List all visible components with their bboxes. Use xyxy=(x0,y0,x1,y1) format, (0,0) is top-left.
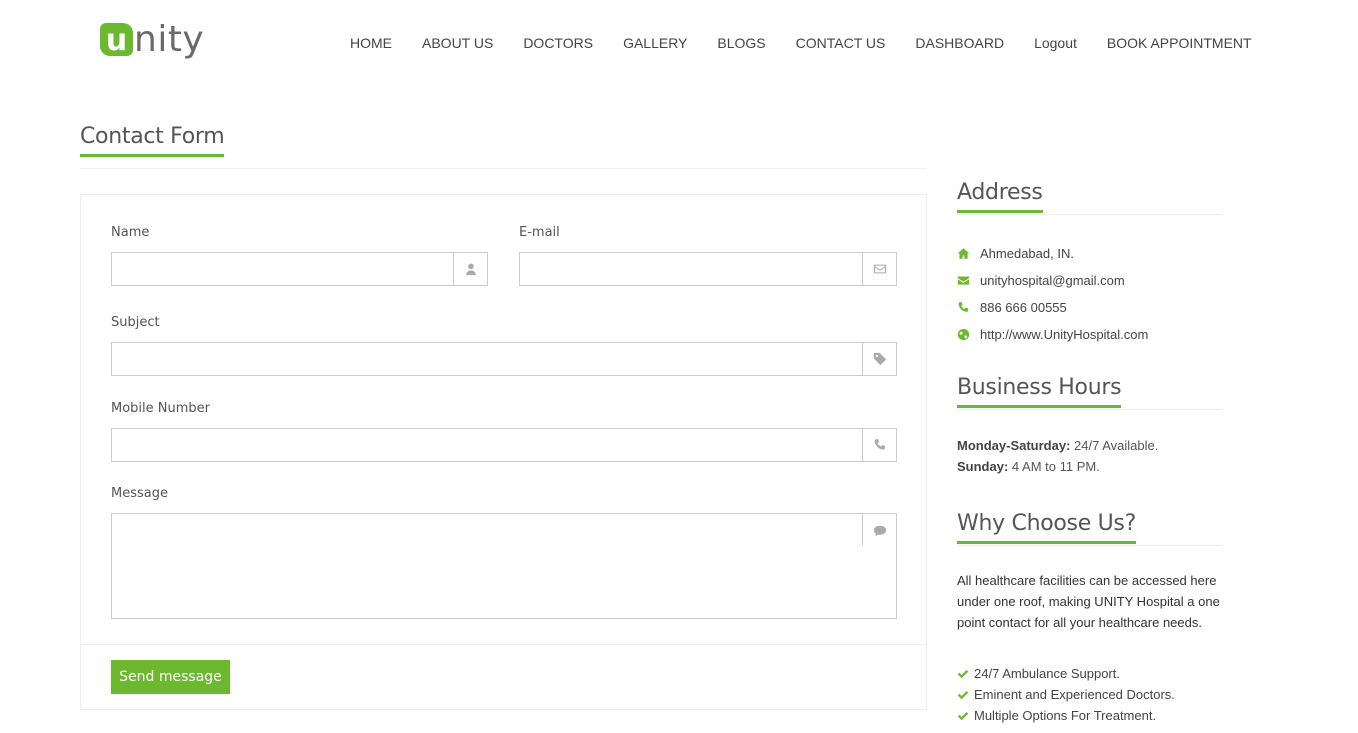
address-website-link[interactable]: http://www.UnityHospital.com xyxy=(980,327,1148,342)
hours-day: Monday-Saturday: xyxy=(957,438,1071,453)
subject-input[interactable] xyxy=(112,343,862,375)
why-choose-text: All healthcare facilities can be accesse… xyxy=(957,573,1220,630)
phone-icon xyxy=(958,301,969,312)
business-hours-title: Business Hours xyxy=(957,375,1122,408)
check-icon xyxy=(957,669,969,678)
name-field xyxy=(111,252,488,286)
form-footer-divider xyxy=(81,644,926,645)
address-location-text: Ahmedabad, IN. xyxy=(980,246,1074,261)
subject-label: Subject xyxy=(111,315,160,330)
email-label: E-mail xyxy=(519,225,560,240)
envelope-icon xyxy=(957,276,970,285)
nav-logout[interactable]: Logout xyxy=(1034,35,1077,51)
logo-letter: u xyxy=(105,22,128,58)
home-icon xyxy=(957,248,970,259)
hours-time: 24/7 Available. xyxy=(1074,438,1159,453)
list-item: Multiple Options For Treatment. xyxy=(957,705,1175,726)
why-item-text: Multiple Options For Treatment. xyxy=(974,708,1157,723)
globe-icon xyxy=(957,328,970,341)
why-item-text: Eminent and Experienced Doctors. xyxy=(974,687,1175,702)
why-choose-title: Why Choose Us? xyxy=(957,511,1136,544)
logo-badge: u xyxy=(100,23,133,56)
tag-icon xyxy=(862,343,896,375)
why-item-text: 24/7 Ambulance Support. xyxy=(974,666,1120,681)
phone-icon xyxy=(862,429,896,461)
mobile-label: Mobile Number xyxy=(111,401,210,416)
nav-blogs[interactable]: BLOGS xyxy=(717,35,765,51)
nav-dashboard[interactable]: DASHBOARD xyxy=(915,35,1004,51)
site-logo[interactable]: u nity xyxy=(100,14,205,60)
subject-field xyxy=(111,342,897,376)
mobile-field xyxy=(111,428,897,462)
nav-gallery[interactable]: GALLERY xyxy=(623,35,687,51)
divider xyxy=(957,214,1222,215)
message-field xyxy=(111,513,897,619)
comment-icon xyxy=(862,514,896,546)
nav-home[interactable]: HOME xyxy=(350,35,392,51)
contact-form: Name E-mail Subject Mobile Number Messag… xyxy=(80,194,927,710)
nav-contact-us[interactable]: CONTACT US xyxy=(796,35,886,51)
check-icon xyxy=(957,690,969,699)
list-item: 24/7 Ambulance Support. xyxy=(957,663,1175,684)
message-textarea[interactable] xyxy=(112,514,862,618)
user-icon xyxy=(453,253,487,285)
hours-row: Sunday: 4 AM to 11 PM. xyxy=(957,456,1158,477)
envelope-icon xyxy=(862,253,896,285)
logo-text: nity xyxy=(134,19,205,60)
check-icon xyxy=(957,711,969,720)
divider xyxy=(957,545,1222,546)
name-label: Name xyxy=(111,225,150,240)
name-input[interactable] xyxy=(112,253,453,285)
address-item-location: Ahmedabad, IN. xyxy=(957,240,1148,267)
nav-book-appointment[interactable]: BOOK APPOINTMENT xyxy=(1107,35,1252,51)
send-message-button[interactable]: Send message xyxy=(111,660,230,694)
hours-time: 4 AM to 11 PM. xyxy=(1011,459,1100,474)
address-item-website: http://www.UnityHospital.com xyxy=(957,321,1148,348)
divider xyxy=(957,409,1222,410)
address-email-text[interactable]: unityhospital@gmail.com xyxy=(980,273,1125,288)
business-hours: Monday-Saturday: 24/7 Available. Sunday:… xyxy=(957,435,1158,477)
contact-form-title: Contact Form xyxy=(80,124,225,157)
email-field xyxy=(519,252,897,286)
nav-about-us[interactable]: ABOUT US xyxy=(422,35,493,51)
message-label: Message xyxy=(111,486,168,501)
address-title: Address xyxy=(957,180,1043,213)
nav-doctors[interactable]: DOCTORS xyxy=(523,35,593,51)
address-list: Ahmedabad, IN. unityhospital@gmail.com 8… xyxy=(957,240,1148,348)
address-phone-text: 886 666 00555 xyxy=(980,300,1067,315)
why-choose-list: 24/7 Ambulance Support. Eminent and Expe… xyxy=(957,663,1175,726)
hours-day: Sunday: xyxy=(957,459,1009,474)
mobile-input[interactable] xyxy=(112,429,862,461)
list-item: Eminent and Experienced Doctors. xyxy=(957,684,1175,705)
email-input[interactable] xyxy=(520,253,862,285)
address-item-phone: 886 666 00555 xyxy=(957,294,1148,321)
main-nav: HOME ABOUT US DOCTORS GALLERY BLOGS CONT… xyxy=(350,35,1252,51)
address-item-email: unityhospital@gmail.com xyxy=(957,267,1148,294)
divider xyxy=(80,168,927,169)
hours-row: Monday-Saturday: 24/7 Available. xyxy=(957,435,1158,456)
